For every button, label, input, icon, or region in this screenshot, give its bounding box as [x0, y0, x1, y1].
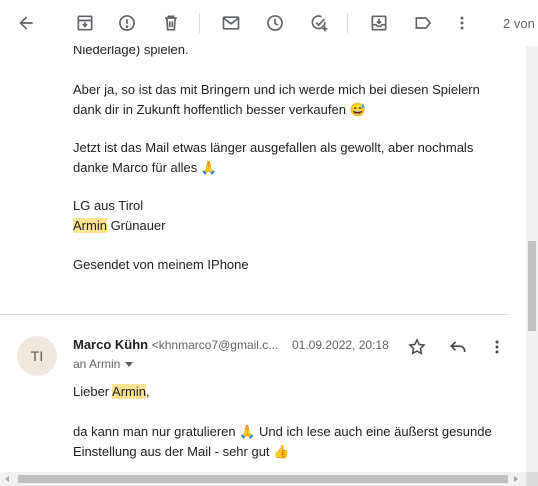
signature-line: Armin Grünauer [73, 216, 166, 236]
reply-icon[interactable] [446, 335, 470, 359]
body-line: Niederlage) spielen. [73, 46, 189, 57]
mark-unread-icon[interactable] [219, 11, 243, 35]
star-icon[interactable] [405, 335, 429, 359]
conversation-view: Niederlage) spielen. Aber ja, so ist das… [0, 46, 526, 472]
sender-email: <khnmarco7@gmail.c... [151, 338, 279, 352]
body-line: dank dir in Zukunft hoffentlich besser v… [73, 102, 366, 117]
body-line: Aber ja, so ist das mit Bringern und ich… [73, 82, 480, 97]
body-line: da kann man nur gratulieren 🙏 Und ich le… [73, 424, 492, 439]
label-icon[interactable] [411, 11, 435, 35]
snooze-icon[interactable] [263, 11, 287, 35]
scroll-left-arrow-icon[interactable] [5, 476, 9, 482]
greeting-suffix: , [146, 384, 150, 399]
horizontal-scrollbar[interactable] [0, 472, 526, 486]
closing-line: LG aus Tirol [73, 198, 144, 213]
chevron-down-icon [125, 362, 134, 368]
horizontal-scroll-thumb[interactable] [18, 475, 508, 483]
pager-text: 2 von 2 [503, 16, 538, 31]
greeting-prefix: Lieber [73, 384, 113, 399]
more-vert-icon[interactable] [450, 11, 474, 35]
recipient-label: an Armin [73, 357, 121, 371]
delete-icon[interactable] [159, 11, 183, 35]
more-vert-icon[interactable] [485, 335, 509, 359]
highlighted-name: Armin [112, 384, 146, 399]
sender[interactable]: Marco Kühn <khnmarco7@gmail.c... [73, 337, 278, 352]
vertical-scrollbar[interactable] [526, 46, 538, 472]
highlighted-name: Armin [73, 218, 107, 233]
archive-icon[interactable] [73, 11, 97, 35]
move-to-icon[interactable] [367, 11, 391, 35]
signature-last-name: Grünauer [106, 218, 166, 233]
add-to-tasks-icon[interactable] [307, 11, 331, 35]
back-arrow-icon[interactable] [14, 11, 38, 35]
toolbar-separator [199, 13, 200, 33]
body-line: Einstellung aus der Mail - sehr gut 👍 [73, 444, 290, 459]
message-divider [0, 314, 510, 315]
avatar[interactable]: TI [17, 336, 57, 376]
signature-footer: Gesendet von meinem IPhone [73, 257, 249, 272]
toolbar-separator [347, 13, 348, 33]
report-spam-icon[interactable] [115, 11, 139, 35]
body-line: Jetzt ist das Mail etwas länger ausgefal… [73, 140, 474, 155]
body-line: danke Marco für alles 🙏 [73, 160, 218, 175]
vertical-scroll-thumb[interactable] [528, 241, 536, 331]
scroll-right-arrow-icon[interactable] [514, 476, 518, 482]
message-date: 01.09.2022, 20:18 [292, 338, 389, 352]
sender-name: Marco Kühn [73, 337, 149, 352]
recipient-toggle[interactable]: an Armin [73, 357, 134, 371]
toolbar: 2 von 2 [0, 0, 538, 46]
scrollbar-corner [526, 472, 538, 486]
greeting-line: Lieber Armin, [73, 382, 150, 402]
